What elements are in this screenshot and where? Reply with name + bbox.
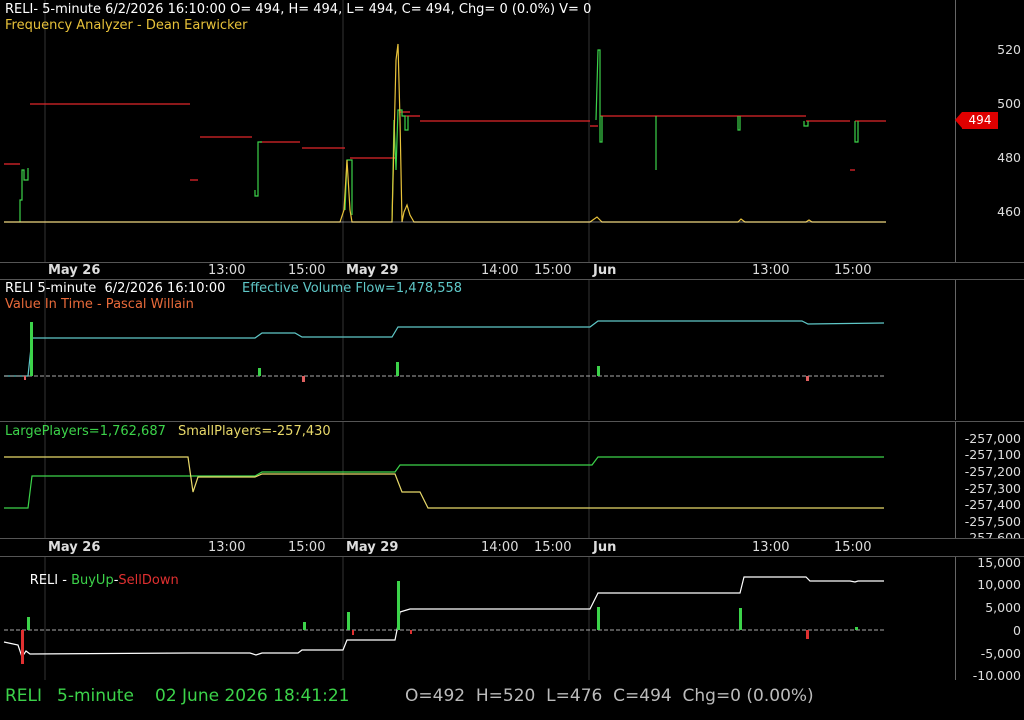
time-axis-label: May 26 [48, 540, 101, 555]
volume-flow-pane[interactable]: RELI 5-minute 6/2/2026 16:10:00 Effectiv… [0, 280, 1024, 420]
time-axis-label: 13:00 [208, 540, 246, 555]
buysell-pane-title: RELI - BuyUp-SellDown [5, 558, 179, 603]
green-signal-line [19, 49, 859, 223]
time-axis-label: 15:00 [534, 540, 572, 555]
price-plot-area[interactable]: RELI- 5-minute 6/2/2026 16:10:00 O= 494,… [0, 0, 955, 262]
time-axis-label: 13:00 [208, 263, 246, 278]
players-y-axis[interactable]: -257,000 -257,100 -257,200 -257,300 -257… [955, 422, 1024, 545]
players-pane[interactable]: LargePlayers=1,762,687 SmallPlayers=-257… [0, 422, 1024, 545]
price-tick: 520 [997, 42, 1021, 57]
time-axis-label: 15:00 [288, 263, 326, 278]
buysell-symbol: RELI - [29, 573, 72, 588]
players-tick: -257,200 [964, 464, 1021, 479]
volume-pane-title: RELI 5-minute 6/2/2026 16:10:00 [5, 281, 226, 296]
players-tick: -257,100 [964, 447, 1021, 462]
time-axis-label: 13:00 [752, 263, 790, 278]
price-tick: 460 [997, 204, 1021, 219]
status-symbol: RELI [5, 686, 43, 706]
time-axis-label: May 26 [48, 263, 101, 278]
time-axis-label: 13:00 [752, 540, 790, 555]
status-ohlc: O=492 H=520 L=476 C=494 Chg=0 (0.00%) [405, 686, 814, 706]
price-tick: 480 [997, 150, 1021, 165]
buysell-y-axis[interactable]: 15,000 10,000 5,000 0 -5,000 -10,000 [955, 555, 1024, 683]
time-axis-label: 14:00 [481, 263, 519, 278]
time-axis-label: 15:00 [834, 540, 872, 555]
price-tick: 500 [997, 96, 1021, 111]
buysell-plot[interactable]: RELI - BuyUp-SellDown [0, 557, 955, 680]
price-chart-svg [4, 0, 886, 262]
price-pane-title: RELI- 5-minute 6/2/2026 16:10:00 O= 494,… [5, 2, 592, 17]
sell-down-label: SellDown [118, 573, 179, 588]
effective-volume-flow-line [4, 320, 885, 377]
large-players-line [4, 456, 884, 509]
time-axis-label: 14:00 [481, 540, 519, 555]
status-interval: 5-minute [57, 686, 134, 706]
time-axis-label: Jun [593, 540, 617, 555]
time-axis-label: 15:00 [288, 540, 326, 555]
volume-flow-plot[interactable]: RELI 5-minute 6/2/2026 16:10:00 Effectiv… [0, 280, 955, 420]
time-axis-label: 15:00 [534, 263, 572, 278]
last-price-tag: 494 [955, 112, 998, 129]
frequency-line [4, 43, 886, 223]
time-axis-label: May 29 [346, 263, 399, 278]
volume-y-axis[interactable] [955, 280, 1024, 420]
buysell-tick: 10,000 [977, 577, 1021, 592]
time-axis-label: May 29 [346, 540, 399, 555]
time-axis-bottom[interactable]: May 26 13:00 15:00 May 29 14:00 15:00 Ju… [0, 538, 1024, 557]
price-y-axis[interactable]: 520 500 480 460 [955, 0, 1024, 262]
price-pane[interactable]: RELI- 5-minute 6/2/2026 16:10:00 O= 494,… [0, 0, 1024, 262]
buysell-tick: 0 [1013, 623, 1021, 638]
large-players-label: LargePlayers=1,762,687 [5, 424, 166, 439]
buysell-pane[interactable]: RELI - BuyUp-SellDown 15,000 10,000 5,00… [0, 555, 1024, 683]
effective-volume-flow-label: Effective Volume Flow=1,478,558 [242, 281, 463, 296]
buy-up-label: BuyUp [71, 573, 114, 588]
volume-bars-red [24, 376, 809, 382]
status-datetime: 02 June 2026 18:41:21 [155, 686, 350, 706]
buysell-tick: 5,000 [985, 600, 1021, 615]
frequency-analyzer-label: Frequency Analyzer - Dean Earwicker [5, 18, 248, 33]
players-tick: -257,500 [964, 514, 1021, 529]
time-axis-label: Jun [593, 263, 617, 278]
small-players-label: SmallPlayers=-257,430 [178, 424, 331, 439]
time-axis-top[interactable]: May 26 13:00 15:00 May 29 14:00 15:00 Ju… [0, 262, 1024, 280]
time-axis-label: 15:00 [834, 263, 872, 278]
volume-bars-green [30, 322, 600, 376]
value-in-time-label: Value In Time - Pascal Willain [5, 297, 194, 312]
players-tick: -257,300 [964, 481, 1021, 496]
buysell-tick: -5,000 [980, 646, 1021, 661]
sell-down-bars [21, 630, 809, 664]
players-tick: -257,400 [964, 497, 1021, 512]
buysell-tick: 15,000 [977, 555, 1021, 570]
players-plot[interactable]: LargePlayers=1,762,687 SmallPlayers=-257… [0, 422, 955, 538]
players-svg [4, 422, 884, 538]
status-bar: RELI 5-minute 02 June 2026 18:41:21 O=49… [0, 680, 1024, 720]
players-tick: -257,000 [964, 431, 1021, 446]
price-step-line [4, 103, 886, 181]
